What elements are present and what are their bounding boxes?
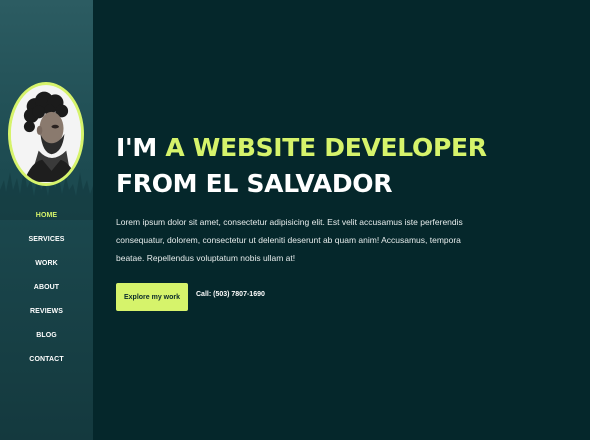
nav-item-blog[interactable]: BLOG [0, 326, 93, 350]
nav-item-services[interactable]: SERVICES [0, 230, 93, 254]
headline-accent: A WEBSITE DEVELOPER [165, 133, 487, 162]
nav-item-about[interactable]: ABOUT [0, 278, 93, 302]
hero-section: I'M A WEBSITE DEVELOPER FROM EL SALVADOR… [93, 0, 590, 440]
sidebar: HOME SERVICES WORK ABOUT REVIEWS BLOG CO… [0, 0, 93, 440]
avatar [8, 82, 84, 186]
nav-item-home[interactable]: HOME [0, 206, 93, 230]
nav-item-work[interactable]: WORK [0, 254, 93, 278]
phone-contact: Call: (503) 7807-1690 [196, 291, 265, 298]
profile-photo-icon [11, 86, 81, 182]
main-nav: HOME SERVICES WORK ABOUT REVIEWS BLOG CO… [0, 206, 93, 374]
explore-work-button[interactable]: Explore my work [116, 283, 188, 311]
hero-bio: Lorem ipsum dolor sit amet, consectetur … [116, 217, 463, 263]
nav-item-reviews[interactable]: REVIEWS [0, 302, 93, 326]
hero-headline: I'M A WEBSITE DEVELOPER FROM EL SALVADOR [116, 130, 556, 202]
headline-prefix: I'M [116, 133, 166, 162]
nav-item-contact[interactable]: CONTACT [0, 350, 93, 374]
headline-suffix: FROM EL SALVADOR [116, 169, 393, 198]
